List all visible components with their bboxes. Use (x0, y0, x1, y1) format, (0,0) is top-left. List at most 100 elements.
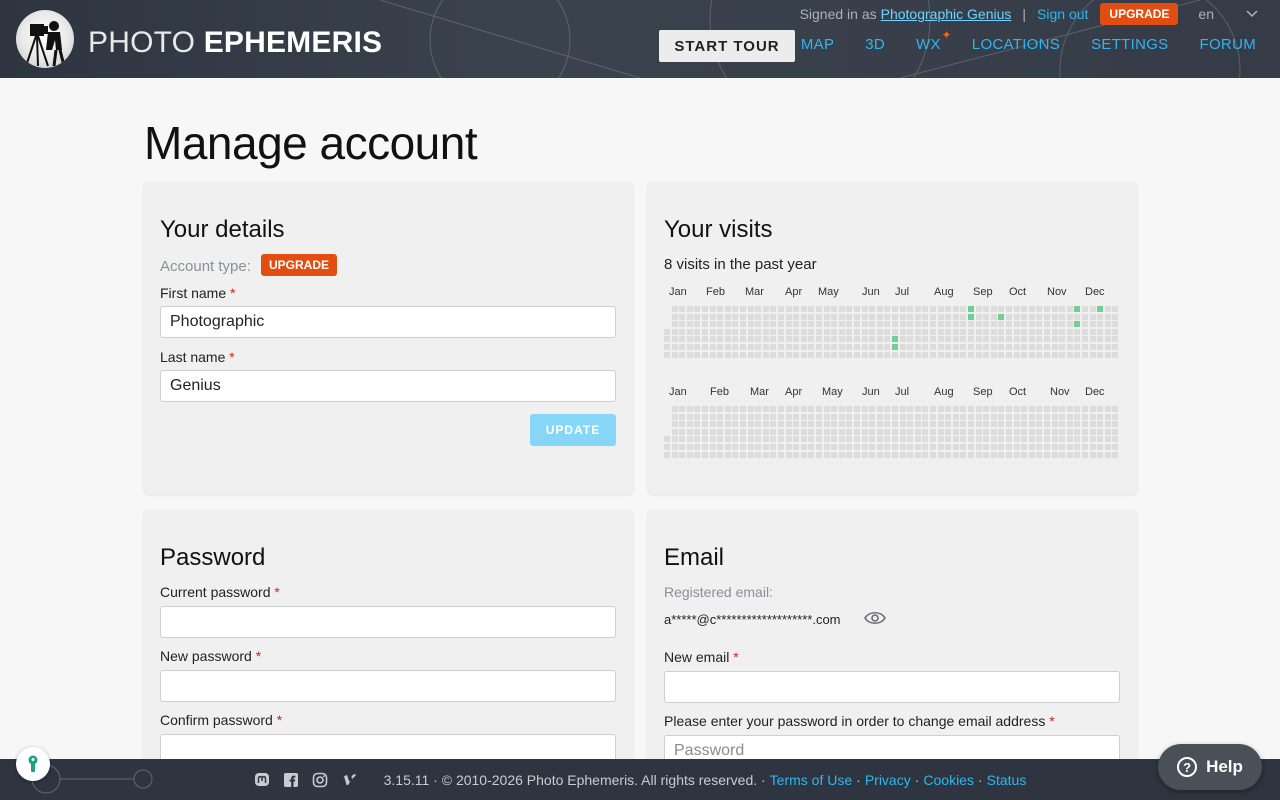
nav-locations[interactable]: LOCATIONS (972, 36, 1060, 53)
day-cell (1044, 321, 1050, 328)
day-cell (892, 421, 898, 428)
day-cell (717, 313, 724, 320)
day-cell (876, 328, 883, 335)
day-cell (846, 451, 853, 458)
nav-forum[interactable]: FORUM (1200, 36, 1257, 53)
day-cell (1074, 313, 1081, 320)
day-cell (930, 328, 936, 335)
help-button[interactable]: ? Help (1158, 744, 1262, 790)
day-cell (861, 451, 868, 458)
nav-wx[interactable]: WX ✦ (916, 28, 951, 53)
day-cell (1104, 428, 1111, 435)
upgrade-button[interactable]: UPGRADE (1100, 3, 1179, 25)
logo-icon[interactable] (16, 10, 74, 68)
day-cell (899, 336, 906, 343)
divider: | (1022, 6, 1027, 22)
nav-3d[interactable]: 3D (865, 36, 885, 53)
month-label: Dec (1085, 286, 1105, 298)
facebook-icon[interactable] (283, 772, 299, 788)
user-profile-link[interactable]: Photographic Genius (881, 6, 1012, 22)
day-cell (778, 328, 784, 335)
password-manager-key-icon[interactable] (16, 747, 50, 781)
day-cell (1089, 351, 1096, 358)
day-cell (1112, 413, 1119, 420)
day-cell (724, 406, 731, 412)
day-cell (846, 336, 853, 343)
day-cell (1044, 428, 1050, 435)
day-cell (800, 313, 807, 320)
update-button[interactable]: UPDATE (530, 414, 616, 446)
registered-email-value: a*****@c*******************.com (664, 612, 841, 627)
copyright-text: 3.15.11 · © 2010-2026 Photo Ephemeris. A… (383, 771, 766, 788)
day-cell (998, 421, 1005, 428)
day-cell (937, 406, 944, 412)
day-cell (960, 451, 967, 458)
day-cell (823, 328, 830, 335)
show-email-eye-icon[interactable] (864, 610, 886, 631)
nav-map[interactable]: MAP (801, 36, 834, 53)
logo-wordmark[interactable]: PHOTO EPHEMERIS (88, 26, 382, 60)
day-cell (702, 328, 708, 335)
day-cell (907, 421, 914, 428)
day-cell (740, 406, 746, 412)
day-cell (945, 444, 952, 450)
day-cell (1074, 444, 1081, 450)
day-cell (671, 421, 678, 428)
day-cell (884, 421, 891, 428)
day-cell (717, 321, 724, 328)
day-cell (846, 413, 853, 420)
day-cell (1028, 436, 1035, 443)
day-cell (778, 444, 784, 450)
day-cell (869, 306, 876, 312)
status-link[interactable]: Status (987, 772, 1027, 788)
new-email-input[interactable] (664, 671, 1120, 703)
new-password-input[interactable] (160, 670, 616, 702)
day-cell (1036, 444, 1043, 450)
language-select[interactable]: en (1198, 6, 1258, 22)
day-cell (983, 436, 990, 443)
first-name-input[interactable] (160, 306, 616, 338)
day-cell (983, 444, 990, 450)
day-cell (876, 421, 883, 428)
day-cell (755, 321, 762, 328)
account-upgrade-button[interactable]: UPGRADE (261, 254, 338, 276)
vimeo-icon[interactable] (341, 772, 357, 788)
mastodon-icon[interactable] (254, 772, 270, 788)
day-cell (770, 351, 777, 358)
day-cell (998, 444, 1005, 450)
privacy-link[interactable]: Privacy (865, 772, 911, 788)
day-cell (930, 406, 936, 412)
day-cell (770, 344, 777, 350)
day-cell (808, 428, 815, 435)
instagram-icon[interactable] (312, 772, 328, 788)
day-cell (679, 321, 686, 328)
day-cell (952, 321, 959, 328)
day-cell (732, 413, 739, 420)
day-cell (686, 406, 693, 412)
terms-link[interactable]: Terms of Use (770, 772, 852, 788)
day-cell (778, 344, 784, 350)
nav-settings[interactable]: SETTINGS (1091, 36, 1168, 53)
day-cell (960, 321, 967, 328)
day-cell (907, 436, 914, 443)
day-cell (892, 351, 898, 358)
day-cell (990, 344, 997, 350)
day-cell (755, 306, 762, 312)
day-cell (922, 344, 929, 350)
day-cell (702, 451, 708, 458)
day-cell (968, 421, 974, 428)
day-cell (686, 336, 693, 343)
sign-out-link[interactable]: Sign out (1037, 6, 1088, 22)
day-cell (1051, 421, 1058, 428)
new-star-icon: ✦ (941, 28, 952, 42)
day-cell (1082, 328, 1088, 335)
day-cell (724, 413, 731, 420)
current-password-input[interactable] (160, 606, 616, 638)
last-name-input[interactable] (160, 370, 616, 402)
cookies-link[interactable]: Cookies (923, 772, 974, 788)
day-cell (831, 344, 838, 350)
day-cell (1082, 413, 1088, 420)
day-cell (907, 406, 914, 412)
visits-heading: Your visits (664, 216, 773, 243)
day-cell (884, 406, 891, 412)
